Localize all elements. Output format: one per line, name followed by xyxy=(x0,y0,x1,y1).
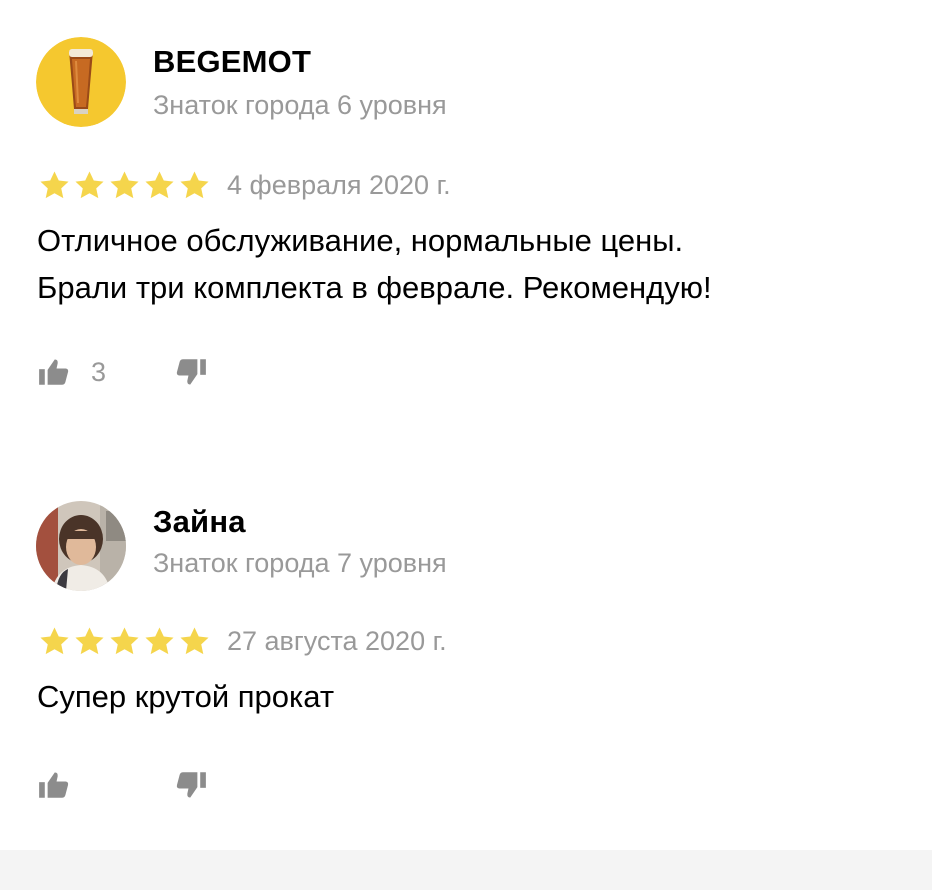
author-name[interactable]: BEGEMOT xyxy=(153,44,311,80)
thumbs-up-icon xyxy=(39,772,69,798)
thumbs-down-icon xyxy=(176,359,206,385)
star-icon xyxy=(180,170,209,198)
star-icon xyxy=(75,626,104,654)
dislike-button[interactable] xyxy=(174,355,208,389)
thumbs-up-icon xyxy=(39,359,69,385)
like-count: 3 xyxy=(91,356,107,387)
author-avatar[interactable] xyxy=(36,501,126,591)
star-icon xyxy=(75,170,104,198)
star-icon xyxy=(145,170,174,198)
star-icon xyxy=(110,626,139,654)
author-name[interactable]: Зайна xyxy=(153,504,246,540)
bottom-divider xyxy=(0,850,932,890)
thumbs-down-icon xyxy=(176,772,206,798)
rating-row: 4 февраля 2020 г. xyxy=(38,167,451,203)
review-text: Отличное обслуживание, нормальные цены. Б… xyxy=(37,223,712,305)
review-date: 4 февраля 2020 г. xyxy=(227,169,451,200)
rating-row: 27 августа 2020 г. xyxy=(38,623,447,659)
dislike-button[interactable] xyxy=(174,768,208,802)
like-button[interactable]: 3 xyxy=(37,355,174,389)
beer-glass-icon xyxy=(36,37,126,127)
star-icon xyxy=(145,626,174,654)
user-photo xyxy=(36,501,126,591)
author-level: Знаток города 6 уровня xyxy=(153,90,447,120)
star-icon xyxy=(180,626,209,654)
like-button[interactable] xyxy=(37,768,174,802)
author-avatar[interactable] xyxy=(36,37,126,127)
star-icon xyxy=(110,170,139,198)
reactions-bar xyxy=(37,765,208,805)
star-icon xyxy=(40,626,69,654)
author-level: Знаток города 7 уровня xyxy=(153,548,447,578)
rating-stars xyxy=(38,169,213,202)
review-text: Супер крутой прокат xyxy=(37,679,335,714)
review-date: 27 августа 2020 г. xyxy=(227,625,447,656)
reviews-list: BEGEMOT Знаток города 6 уровня 4 февраля… xyxy=(0,0,932,890)
star-icon xyxy=(40,170,69,198)
reactions-bar: 3 xyxy=(37,352,208,392)
rating-stars xyxy=(38,625,213,658)
